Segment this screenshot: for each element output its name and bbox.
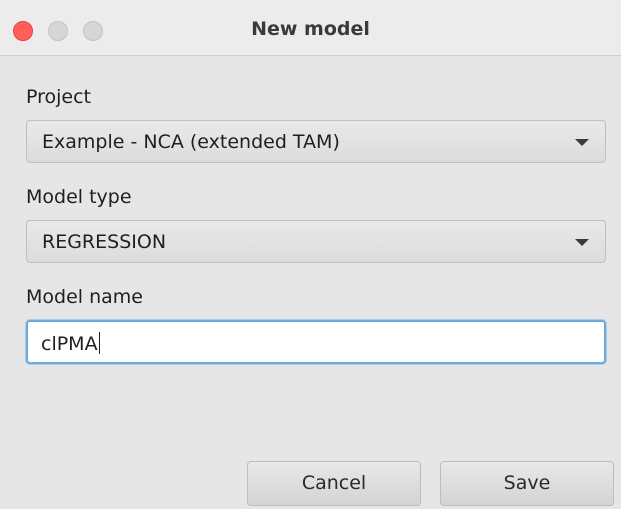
new-model-dialog: New model Project Example - NCA (extende… <box>0 0 621 509</box>
model-name-field-value: clPMA <box>41 332 100 355</box>
model-name-field[interactable]: clPMA <box>26 320 606 364</box>
text-caret <box>98 332 100 354</box>
model-type-label: Model type <box>26 186 132 208</box>
window-title: New model <box>251 18 370 40</box>
project-select-value: Example - NCA (extended TAM) <box>42 131 340 153</box>
model-name-label: Model name <box>26 286 143 308</box>
project-select[interactable]: Example - NCA (extended TAM) <box>26 120 606 163</box>
chevron-down-icon <box>575 239 589 246</box>
chevron-down-icon <box>575 139 589 146</box>
title-bar: New model <box>0 0 621 56</box>
project-label: Project <box>26 86 92 108</box>
model-name-text: clPMA <box>41 333 98 355</box>
model-type-select[interactable]: REGRESSION <box>26 220 606 263</box>
cancel-button[interactable]: Cancel <box>247 461 421 506</box>
save-button[interactable]: Save <box>440 461 614 506</box>
model-type-select-value: REGRESSION <box>42 231 167 253</box>
